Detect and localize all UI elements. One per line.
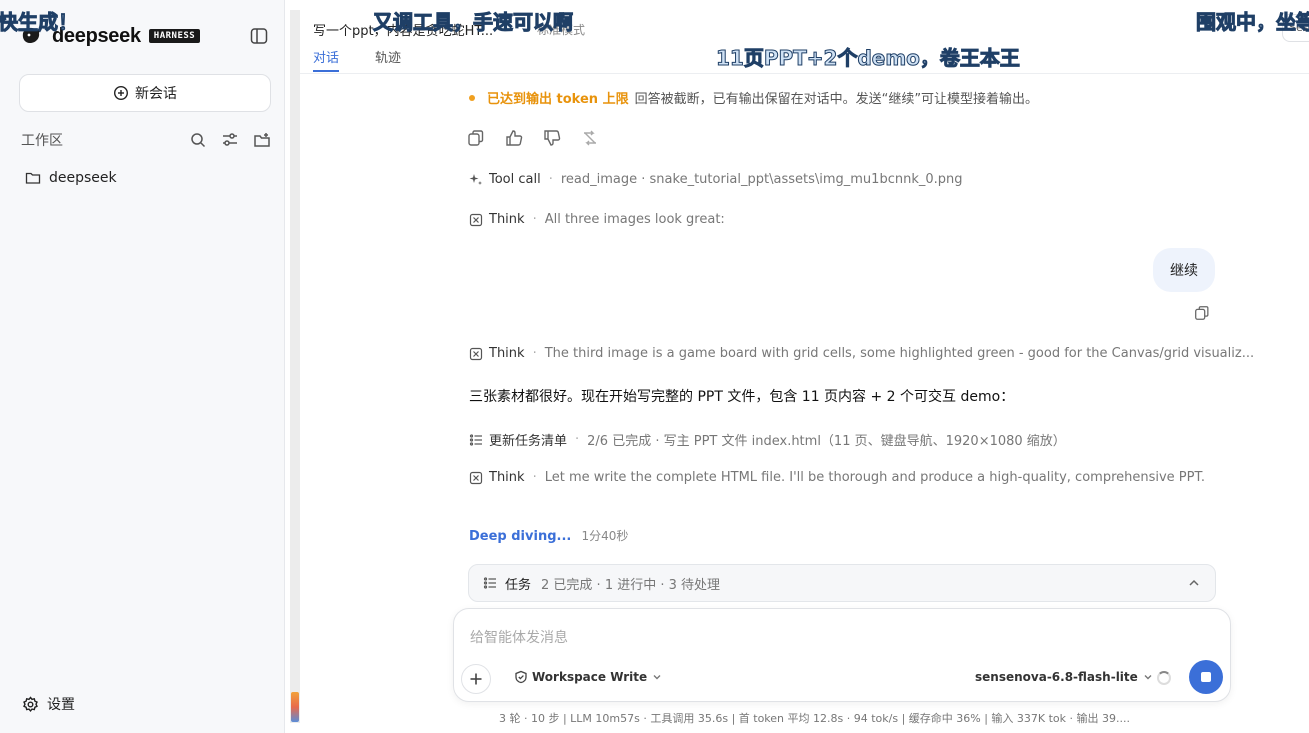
checklist-icon	[483, 576, 497, 590]
shield-icon	[514, 670, 528, 684]
user-message-bubble: 继续	[1153, 248, 1215, 292]
elapsed-time: 1分40秒	[581, 529, 629, 543]
warning-title: 已达到输出 token 上限	[487, 92, 629, 107]
search-icon[interactable]	[189, 131, 207, 149]
permission-select[interactable]: Workspace Write	[514, 670, 663, 684]
task-panel-title: 任务	[505, 577, 532, 593]
checklist-icon	[469, 433, 483, 447]
new-chat-label: 新会话	[135, 86, 177, 102]
task-update-label: 更新任务清单	[489, 434, 568, 449]
copy-icon[interactable]	[1193, 304, 1211, 322]
message-composer: 给智能体发消息 Workspace Write sensenova-6.8-fl…	[453, 608, 1231, 702]
new-folder-icon[interactable]	[253, 131, 271, 149]
think-label: Think	[489, 470, 525, 485]
brain-icon	[469, 213, 483, 227]
task-panel[interactable]: 任务 2 已完成 · 1 进行中 · 3 待处理	[468, 564, 1216, 602]
attach-button[interactable]	[461, 664, 491, 694]
think-row-1[interactable]: Think · All three images look great:	[469, 212, 725, 227]
think-row-2[interactable]: Think · The third image is a game board …	[469, 346, 1254, 361]
model-select[interactable]: sensenova-6.8-flash-lite	[975, 670, 1154, 684]
tab-trace[interactable]: 轨迹	[375, 47, 401, 66]
danmaku-comment-4: 围观中，坐等	[1196, 10, 1309, 35]
folder-icon	[25, 170, 41, 186]
token-limit-warning: 已达到输出 token 上限 回答被截断，已有输出保留在对话中。发送“继续”可让…	[469, 88, 1038, 107]
brain-icon	[469, 471, 483, 485]
think-label: Think	[489, 212, 525, 227]
sidebar-toggle-icon[interactable]	[249, 26, 269, 46]
tool-call-detail: read_image · snake_tutorial_ppt\assets\i…	[560, 172, 963, 187]
tab-chat[interactable]: 对话	[313, 47, 339, 66]
think-text: Let me write the complete HTML file. I'l…	[544, 470, 1206, 485]
tool-call-label: Tool call	[489, 172, 541, 187]
warning-text: 回答被截断，已有输出保留在对话中。发送“继续”可让模型接着输出。	[634, 92, 1039, 107]
tool-call-row[interactable]: Tool call · read_image · snake_tutorial_…	[469, 172, 963, 187]
copy-icon[interactable]	[466, 128, 486, 148]
deep-diving-status: Deep diving... 1分40秒	[469, 527, 628, 544]
brain-icon	[469, 347, 483, 361]
chevron-up-icon[interactable]	[1187, 576, 1201, 590]
stop-icon	[1201, 672, 1211, 682]
warning-dot	[469, 94, 475, 101]
scrollbar-thumb[interactable]	[291, 692, 299, 722]
settings-label: 设置	[47, 697, 75, 713]
sidebar-item-deepseek[interactable]: deepseek	[25, 170, 117, 186]
think-label: Think	[489, 346, 525, 361]
active-tab-indicator	[313, 70, 339, 72]
loading-spinner-icon	[1157, 671, 1171, 685]
filter-icon[interactable]	[221, 131, 239, 149]
plus-circle-icon	[113, 85, 129, 101]
think-row-3[interactable]: Think · Let me write the complete HTML f…	[469, 470, 1205, 485]
deep-diving-label: Deep diving...	[469, 529, 572, 544]
chevron-down-icon	[1142, 671, 1154, 683]
brand-badge: HARNESS	[148, 29, 201, 43]
retry-icon[interactable]	[580, 128, 600, 148]
sidebar: deepseek HARNESS 新会话 工作区 deepseek 设置	[0, 0, 285, 733]
message-input[interactable]: 给智能体发消息	[470, 627, 568, 647]
danmaku-comment-2: 又调工具，手速可以啊	[373, 10, 574, 35]
assistant-reply: 三张素材都很好。现在开始写完整的 PPT 文件，包含 11 页内容 + 2 个可…	[469, 389, 1015, 405]
task-update-row[interactable]: 更新任务清单 · 2/6 已完成 · 写主 PPT 文件 index.html（…	[469, 430, 1066, 449]
status-bar: 3 轮 · 10 步 | LLM 10m57s · 工具调用 35.6s | 首…	[499, 712, 1131, 725]
plus-icon	[469, 672, 483, 686]
think-text: All three images look great:	[544, 212, 725, 227]
task-panel-info: 2 已完成 · 1 进行中 · 3 待处理	[541, 577, 721, 593]
thumbs-down-icon[interactable]	[542, 128, 562, 148]
scrollbar-track[interactable]	[290, 10, 300, 723]
task-update-detail: 2/6 已完成 · 写主 PPT 文件 index.html（11 页、键盘导航…	[587, 434, 1066, 449]
danmaku-comment-3: 11页PPT+2个demo，卷王本王	[716, 46, 1021, 71]
settings-button[interactable]: 设置	[22, 694, 75, 714]
thumbs-up-icon[interactable]	[504, 128, 524, 148]
chevron-down-icon	[651, 671, 663, 683]
model-label: sensenova-6.8-flash-lite	[975, 670, 1138, 684]
think-text: The third image is a game board with gri…	[544, 346, 1255, 361]
sparkle-icon	[469, 173, 483, 187]
new-chat-button[interactable]: 新会话	[19, 74, 271, 112]
danmaku-comment-1: 快生成！	[0, 10, 79, 35]
stop-button[interactable]	[1189, 660, 1223, 694]
folder-label: deepseek	[49, 170, 117, 186]
workspace-label: 工作区	[21, 133, 63, 149]
gear-icon	[22, 695, 39, 713]
permission-label: Workspace Write	[532, 670, 648, 684]
message-actions	[466, 128, 600, 148]
workspace-header: 工作区	[21, 130, 271, 150]
